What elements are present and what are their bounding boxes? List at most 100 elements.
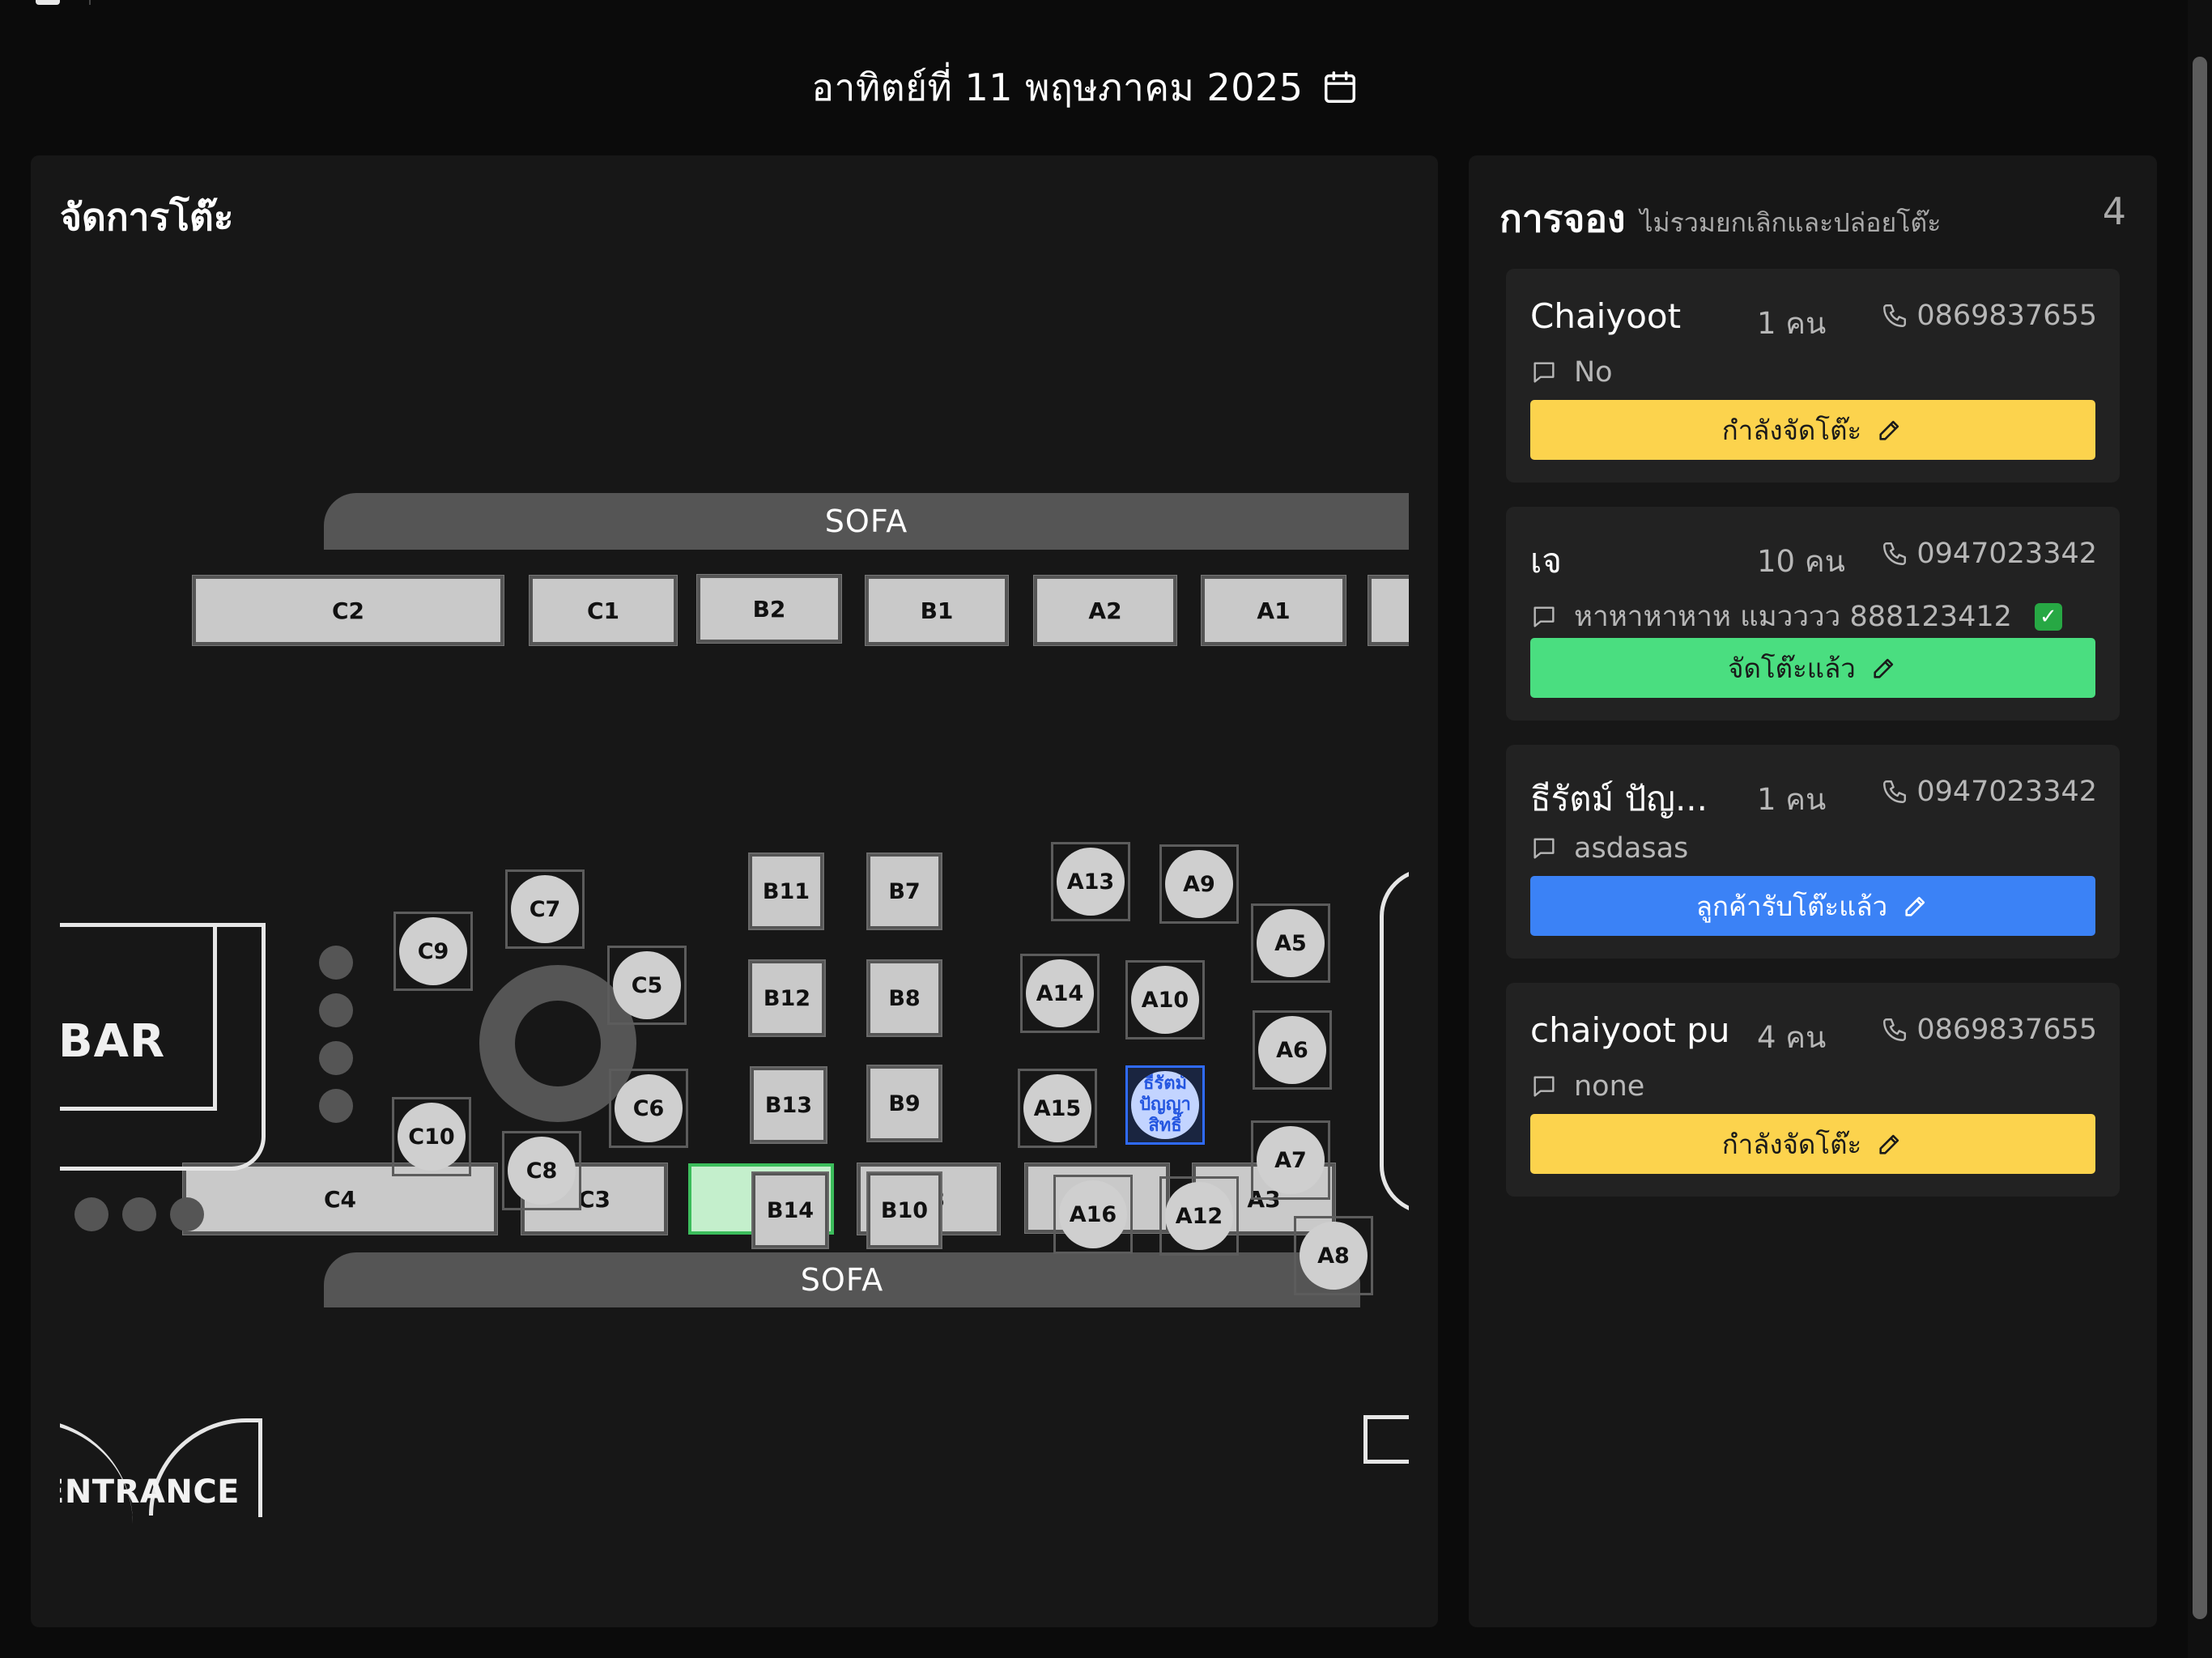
booking-note-text: none [1574, 1070, 1645, 1103]
table-A7[interactable]: A7 [1251, 1120, 1330, 1200]
booking-pax: 10 คน [1757, 544, 1845, 579]
floor-plan-panel: จัดการโต๊ะ SOFA SOFA C2 C1 B2 B1 A2 A1 C… [31, 155, 1438, 1627]
table-A15[interactable]: A15 [1018, 1069, 1097, 1148]
table-A8-label: A8 [1300, 1222, 1368, 1290]
app-root: อาทิตย์ที่ 11 พฤษภาคม 2025 จัดการโต๊ะ SO… [0, 0, 2212, 1658]
table-A12-label: A12 [1165, 1182, 1233, 1250]
table-C8[interactable]: C8 [502, 1131, 581, 1210]
table-A14[interactable]: A14 [1020, 954, 1100, 1033]
table-A15-label: A15 [1023, 1074, 1091, 1142]
booking-note: หาหาหาหาห แมวววว 888123412 ✓ [1530, 594, 2062, 639]
booking-status-label: กำลังจัดโต๊ะ [1721, 1128, 1862, 1160]
table-C5-label: C5 [613, 951, 681, 1019]
booking-phone[interactable]: 0869837655 [1881, 1014, 2097, 1046]
table-A9-label: A9 [1165, 850, 1233, 918]
booking-name: เจ [1530, 541, 1562, 580]
booking-note: No [1530, 356, 1613, 389]
table-B8[interactable]: B8 [866, 959, 942, 1037]
table-A1[interactable]: A1 [1201, 575, 1346, 646]
phone-icon [1881, 1016, 1908, 1044]
right-wall-box [1363, 1415, 1409, 1464]
booking-status-button[interactable]: ลูกค้ารับโต๊ะแล้ว [1530, 876, 2095, 936]
right-wall-arc [1380, 868, 1409, 1214]
stool-dot [122, 1197, 156, 1231]
booking-status-button[interactable]: กำลังจัดโต๊ะ [1530, 1114, 2095, 1174]
booking-phone-number: 0869837655 [1916, 300, 2097, 332]
booking-pax: 1 คน [1757, 306, 1827, 341]
table-C10[interactable]: C10 [392, 1097, 471, 1176]
table-B12[interactable]: B12 [748, 959, 826, 1037]
table-C7[interactable]: C7 [505, 869, 585, 949]
door-frame [258, 1418, 262, 1517]
table-A8[interactable]: A8 [1294, 1216, 1373, 1295]
booking-card[interactable]: ธีรัตม์ ปัญ... 1 คน 0947023342 asdasas ล… [1506, 745, 2120, 959]
table-B9[interactable]: B9 [866, 1065, 942, 1142]
table-A6[interactable]: A6 [1253, 1010, 1332, 1090]
booking-note-text: No [1574, 356, 1613, 389]
table-C8-label: C8 [508, 1137, 576, 1205]
stool-dot [74, 1197, 108, 1231]
top-bar-icon[interactable] [36, 0, 60, 5]
edit-icon [1902, 892, 1929, 920]
booking-name: Chaiyoot [1530, 296, 1682, 336]
table-C6-label: C6 [615, 1074, 683, 1142]
table-C6[interactable]: C6 [609, 1069, 688, 1148]
sofa-bottom: SOFA [324, 1252, 1360, 1307]
table-A5[interactable]: A5 [1251, 903, 1330, 983]
booking-card[interactable]: chaiyoot pu 4 คน 0869837655 none กำลังจั… [1506, 983, 2120, 1197]
stool-dot [170, 1197, 204, 1231]
stool-dot [319, 993, 353, 1027]
table-B14[interactable]: B14 [751, 1171, 829, 1249]
edit-icon [1876, 416, 1904, 444]
table-A13-label: A13 [1057, 848, 1125, 916]
booking-note: asdasas [1530, 832, 1688, 865]
bookings-subtitle: ไม่รวมยกเลิกและปล่อยโต๊ะ [1640, 207, 1942, 238]
table-C5[interactable]: C5 [607, 946, 687, 1025]
table-A2[interactable]: A2 [1033, 575, 1177, 646]
table-B1[interactable]: B1 [865, 575, 1009, 646]
table-A13[interactable]: A13 [1051, 842, 1130, 921]
table-C7-label: C7 [511, 875, 579, 943]
booking-phone[interactable]: 0947023342 [1881, 538, 2097, 570]
table-A9[interactable]: A9 [1159, 844, 1239, 924]
floor-plan[interactable]: SOFA SOFA C2 C1 B2 B1 A2 A1 C4 C3 เจ B3 … [60, 155, 1409, 1627]
table-B2[interactable]: B2 [696, 574, 842, 644]
booking-card[interactable]: Chaiyoot 1 คน 0869837655 No กำลังจัดโต๊ะ [1506, 269, 2120, 483]
message-icon [1530, 835, 1558, 862]
booking-phone[interactable]: 0869837655 [1881, 300, 2097, 332]
date-selector[interactable]: อาทิตย์ที่ 11 พฤษภาคม 2025 [0, 57, 2170, 118]
table-partial[interactable] [1368, 575, 1409, 646]
table-B7[interactable]: B7 [866, 852, 942, 930]
table-C1[interactable]: C1 [529, 575, 678, 646]
table-B11[interactable]: B11 [748, 852, 824, 930]
booking-name: chaiyoot pu [1530, 1010, 1730, 1050]
table-A10[interactable]: A10 [1125, 960, 1205, 1039]
scrollbar-thumb[interactable] [2193, 57, 2207, 1619]
table-A10-label: A10 [1131, 966, 1199, 1034]
table-A16[interactable]: A16 [1053, 1175, 1133, 1254]
table-C2[interactable]: C2 [192, 575, 504, 646]
stool-dot [319, 946, 353, 980]
top-bar-divider [89, 0, 91, 5]
message-icon [1530, 359, 1558, 386]
table-C9[interactable]: C9 [393, 912, 473, 991]
booking-status-button[interactable]: จัดโต๊ะแล้ว [1530, 638, 2095, 698]
table-A12[interactable]: A12 [1159, 1176, 1239, 1256]
booking-note: none [1530, 1070, 1644, 1103]
date-label: อาทิตย์ที่ 11 พฤษภาคม 2025 [811, 65, 1304, 109]
table-B10[interactable]: B10 [866, 1171, 942, 1249]
phone-icon [1881, 540, 1908, 568]
booking-card[interactable]: เจ 10 คน 0947023342 หาหาหาหาห แมวววว 888… [1506, 507, 2120, 721]
scrollbar[interactable] [2188, 0, 2212, 1658]
edit-icon [1876, 1130, 1904, 1158]
table-A7-label: A7 [1257, 1126, 1325, 1194]
booking-status-button[interactable]: กำลังจัดโต๊ะ [1530, 400, 2095, 460]
table-selected[interactable]: ธีรัตม์ ปัญญา สิทธิ์ [1125, 1065, 1205, 1145]
booking-note-text: asdasas [1574, 832, 1689, 865]
calendar-icon[interactable] [1321, 69, 1359, 106]
booking-phone[interactable]: 0947023342 [1881, 776, 2097, 808]
booking-pax: 1 คน [1757, 782, 1827, 817]
bookings-title: การจอง [1499, 197, 1626, 240]
table-B13[interactable]: B13 [750, 1066, 827, 1144]
phone-icon [1881, 302, 1908, 329]
